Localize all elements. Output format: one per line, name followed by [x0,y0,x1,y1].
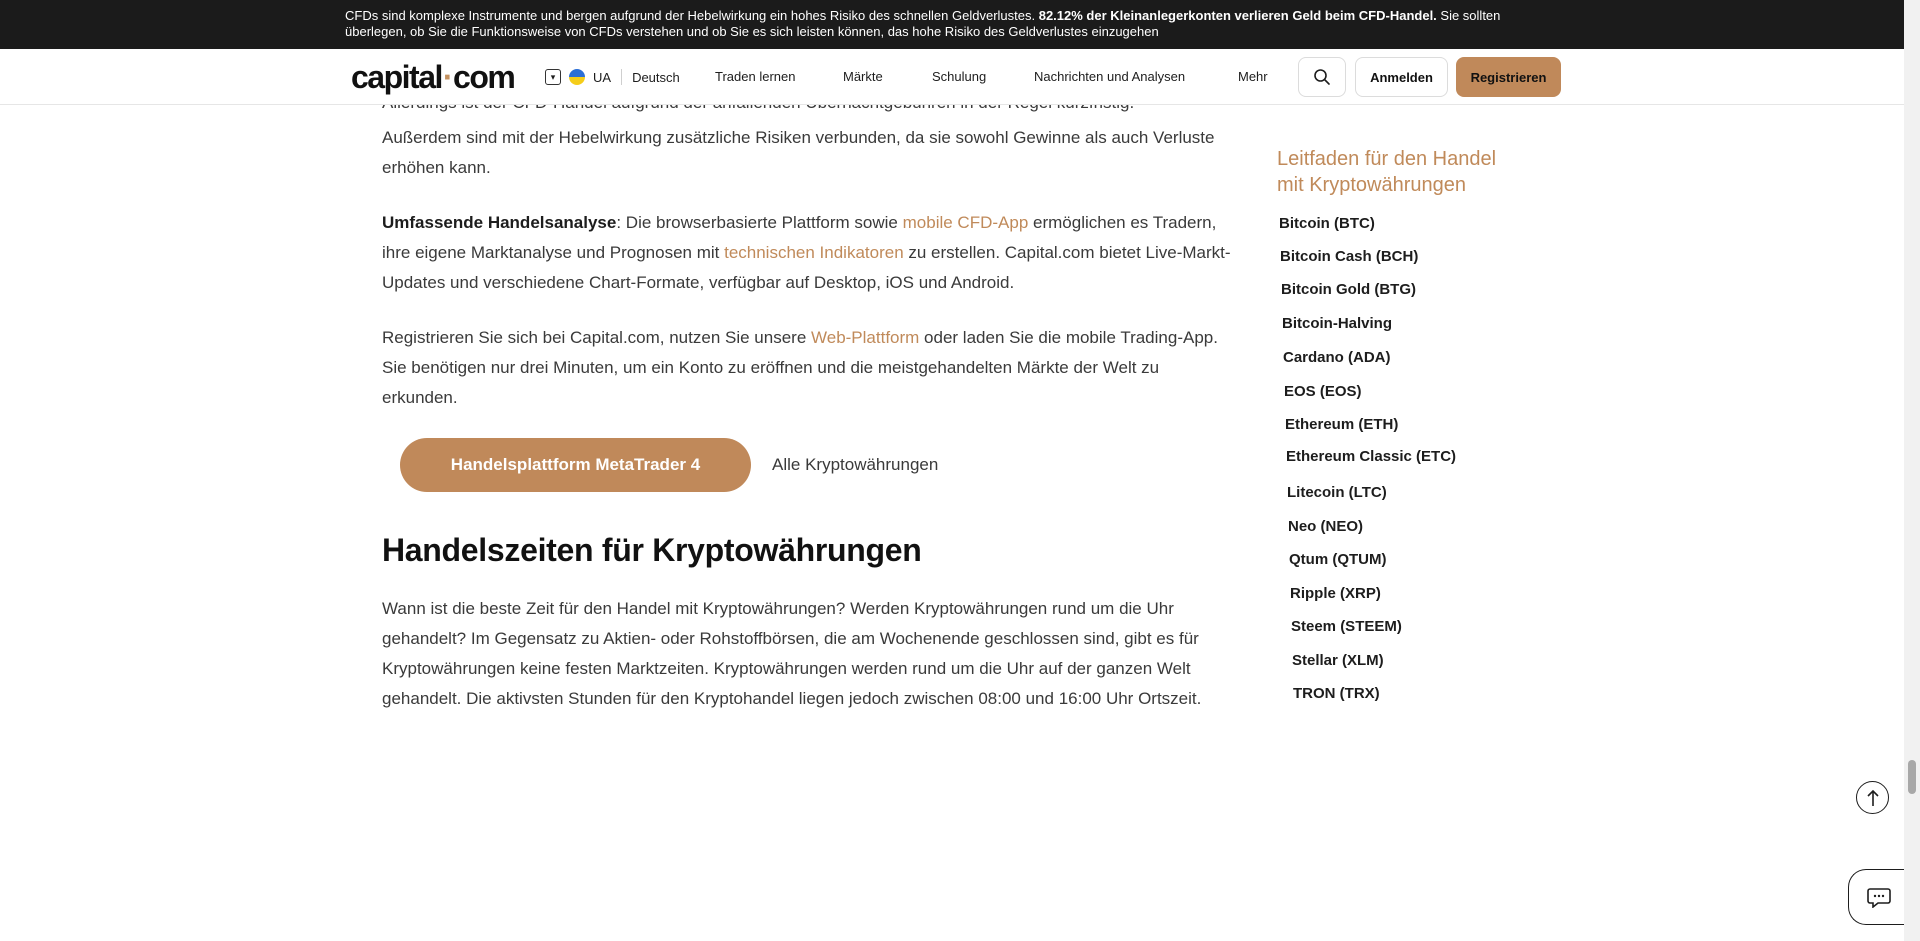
scroll-to-top-button[interactable] [1856,781,1889,814]
nav-mehr[interactable]: Mehr [1238,69,1268,84]
sidebar-item-steem[interactable]: Steem (STEEM) [1291,618,1402,635]
paragraph-leverage-risks: Außerdem sind mit der Hebelwirkung zusät… [382,128,1215,177]
sidebar-item-etc[interactable]: Ethereum Classic (ETC) [1286,448,1456,465]
sidebar-item-eos[interactable]: EOS (EOS) [1284,383,1362,400]
metatrader4-button[interactable]: Handelsplattform MetaTrader 4 [400,438,751,492]
search-button[interactable] [1298,57,1346,97]
nav-schulung[interactable]: Schulung [932,69,986,84]
sidebar-item-btg[interactable]: Bitcoin Gold (BTG) [1281,281,1416,298]
sidebar-item-xrp[interactable]: Ripple (XRP) [1290,585,1381,602]
sidebar-item-ada[interactable]: Cardano (ADA) [1283,349,1391,366]
capital-logo[interactable]: capital·com [351,59,516,96]
mobile-cfd-app-link[interactable]: mobile CFD-App [903,213,1029,232]
risk-warning-banner: CFDs sind komplexe Instrumente und berge… [0,0,1904,49]
language-label: Deutsch [632,69,680,85]
risk-warning-text: CFDs sind komplexe Instrumente und berge… [345,8,1501,39]
sidebar-item-bch[interactable]: Bitcoin Cash (BCH) [1280,248,1418,265]
sidebar-item-xlm[interactable]: Stellar (XLM) [1292,652,1384,669]
sidebar-item-qtum[interactable]: Qtum (QTUM) [1289,551,1386,568]
region-code: UA [593,69,612,85]
chat-button[interactable] [1848,869,1908,925]
site-header: capital·com ▾ UA Deutsch Traden lernen M… [0,49,1904,105]
paragraph-trading-analysis: Umfassende Handelsanalyse: Die browserba… [382,213,1231,292]
register-button[interactable]: Registrieren [1456,57,1561,97]
chat-icon [1866,888,1891,908]
language-selector[interactable]: ▾ UA Deutsch [545,67,680,87]
chevron-down-icon: ▾ [545,69,561,85]
sidebar-item-neo[interactable]: Neo (NEO) [1288,518,1363,535]
arrow-up-icon [1866,789,1879,806]
nav-maerkte[interactable]: Märkte [843,69,883,84]
search-icon [1314,69,1330,85]
divider [621,69,623,85]
web-platform-link[interactable]: Web-Plattform [811,328,919,347]
scrollbar-thumb[interactable] [1908,760,1916,794]
sidebar-title: Leitfaden für den Handel mit Kryptowähru… [1277,148,1497,196]
ukraine-flag-icon [569,69,585,85]
nav-nachrichten-analysen[interactable]: Nachrichten und Analysen [1034,69,1185,84]
login-button[interactable]: Anmelden [1355,57,1448,97]
all-cryptocurrencies-link[interactable]: Alle Kryptowährungen [772,455,938,475]
nav-traden-lernen[interactable]: Traden lernen [715,69,795,84]
technical-indicators-link[interactable]: technischen Indikatoren [724,243,904,262]
sidebar-item-bitcoin-halving[interactable]: Bitcoin-Halving [1282,315,1392,332]
paragraph-register: Registrieren Sie sich bei Capital.com, n… [382,328,1218,407]
sidebar-item-btc[interactable]: Bitcoin (BTC) [1279,215,1375,232]
cta-row: Handelsplattform MetaTrader 4 Alle Krypt… [400,438,938,492]
sidebar-item-eth[interactable]: Ethereum (ETH) [1285,416,1398,433]
section-heading: Handelszeiten für Kryptowährungen [382,532,922,568]
sidebar-item-ltc[interactable]: Litecoin (LTC) [1287,484,1387,501]
paragraph-trading-hours: Wann ist die beste Zeit für den Handel m… [382,599,1202,708]
article-body: Außerdem sind mit der Hebelwirkung zusät… [382,123,1232,438]
sidebar-item-trx[interactable]: TRON (TRX) [1293,685,1380,702]
page-scrollbar[interactable] [1904,0,1920,941]
